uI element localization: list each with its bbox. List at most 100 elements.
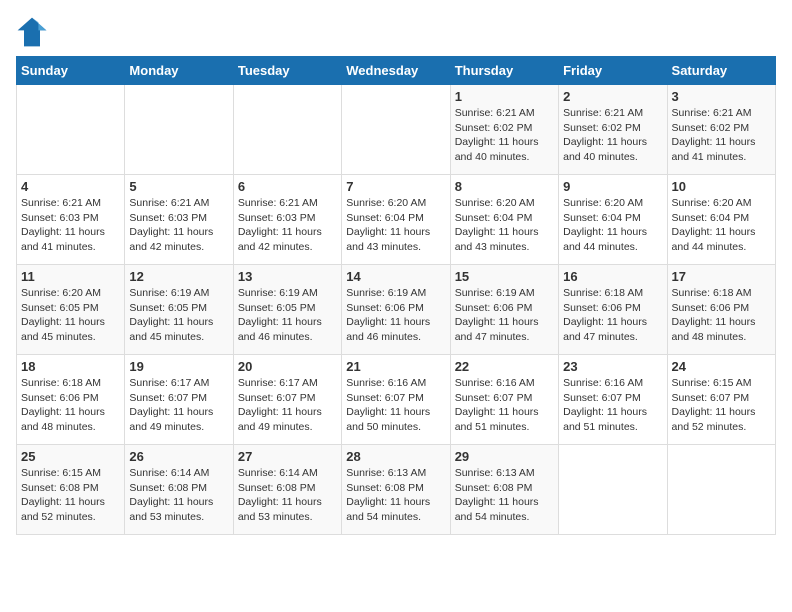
header-day-wednesday: Wednesday bbox=[342, 57, 450, 85]
week-row-2: 11 Sunrise: 6:20 AMSunset: 6:05 PMDayligh… bbox=[17, 265, 776, 355]
calendar-cell: 25 Sunrise: 6:15 AMSunset: 6:08 PMDayligh… bbox=[17, 445, 125, 535]
day-detail: Sunrise: 6:17 AMSunset: 6:07 PMDaylight:… bbox=[129, 376, 228, 435]
day-detail: Sunrise: 6:13 AMSunset: 6:08 PMDaylight:… bbox=[346, 466, 445, 525]
calendar-cell bbox=[233, 85, 341, 175]
calendar-cell: 5Sunrise: 6:21 AMSunset: 6:03 PMDaylight… bbox=[125, 175, 233, 265]
day-number: 3 bbox=[672, 89, 771, 104]
day-number: 19 bbox=[129, 359, 228, 374]
logo bbox=[16, 16, 52, 48]
day-number: 12 bbox=[129, 269, 228, 284]
calendar-cell bbox=[667, 445, 775, 535]
calendar-cell bbox=[342, 85, 450, 175]
calendar-cell: 26Sunrise: 6:14 AMSunset: 6:08 PMDayligh… bbox=[125, 445, 233, 535]
day-number: 27 bbox=[238, 449, 337, 464]
day-number: 15 bbox=[455, 269, 554, 284]
calendar-cell: 22Sunrise: 6:16 AMSunset: 6:07 PMDayligh… bbox=[450, 355, 558, 445]
header-day-saturday: Saturday bbox=[667, 57, 775, 85]
page-header bbox=[16, 16, 776, 48]
day-number: 22 bbox=[455, 359, 554, 374]
header-row: SundayMondayTuesdayWednesdayThursdayFrid… bbox=[17, 57, 776, 85]
logo-icon bbox=[16, 16, 48, 48]
day-number: 16 bbox=[563, 269, 662, 284]
day-number: 21 bbox=[346, 359, 445, 374]
calendar-table: SundayMondayTuesdayWednesdayThursdayFrid… bbox=[16, 56, 776, 535]
day-number: 9 bbox=[563, 179, 662, 194]
calendar-cell: 29Sunrise: 6:13 AMSunset: 6:08 PMDayligh… bbox=[450, 445, 558, 535]
calendar-cell: 6Sunrise: 6:21 AMSunset: 6:03 PMDaylight… bbox=[233, 175, 341, 265]
calendar-cell: 28 Sunrise: 6:13 AMSunset: 6:08 PMDayligh… bbox=[342, 445, 450, 535]
day-number: 8 bbox=[455, 179, 554, 194]
calendar-cell: 9 Sunrise: 6:20 AMSunset: 6:04 PMDaylight… bbox=[559, 175, 667, 265]
calendar-cell: 19 Sunrise: 6:17 AMSunset: 6:07 PMDayligh… bbox=[125, 355, 233, 445]
calendar-cell: 10 Sunrise: 6:20 AMSunset: 6:04 PMDayligh… bbox=[667, 175, 775, 265]
day-detail: Sunrise: 6:20 AMSunset: 6:04 PMDaylight:… bbox=[455, 196, 554, 255]
calendar-body: 1Sunrise: 6:21 AMSunset: 6:02 PMDaylight… bbox=[17, 85, 776, 535]
week-row-1: 4 Sunrise: 6:21 AMSunset: 6:03 PMDaylight… bbox=[17, 175, 776, 265]
calendar-cell bbox=[125, 85, 233, 175]
day-number: 20 bbox=[238, 359, 337, 374]
header-day-sunday: Sunday bbox=[17, 57, 125, 85]
day-detail: Sunrise: 6:14 AMSunset: 6:08 PMDaylight:… bbox=[129, 466, 228, 525]
day-detail: Sunrise: 6:20 AMSunset: 6:04 PMDaylight:… bbox=[672, 196, 771, 255]
day-detail: Sunrise: 6:21 AMSunset: 6:02 PMDaylight:… bbox=[455, 106, 554, 165]
calendar-cell: 8 Sunrise: 6:20 AMSunset: 6:04 PMDaylight… bbox=[450, 175, 558, 265]
calendar-cell: 13Sunrise: 6:19 AMSunset: 6:05 PMDayligh… bbox=[233, 265, 341, 355]
day-detail: Sunrise: 6:19 AMSunset: 6:06 PMDaylight:… bbox=[455, 286, 554, 345]
day-detail: Sunrise: 6:20 AMSunset: 6:05 PMDaylight:… bbox=[21, 286, 120, 345]
week-row-4: 25 Sunrise: 6:15 AMSunset: 6:08 PMDayligh… bbox=[17, 445, 776, 535]
day-number: 24 bbox=[672, 359, 771, 374]
day-detail: Sunrise: 6:18 AMSunset: 6:06 PMDaylight:… bbox=[563, 286, 662, 345]
day-detail: Sunrise: 6:16 AMSunset: 6:07 PMDaylight:… bbox=[563, 376, 662, 435]
week-row-3: 18 Sunrise: 6:18 AMSunset: 6:06 PMDayligh… bbox=[17, 355, 776, 445]
calendar-cell: 15 Sunrise: 6:19 AMSunset: 6:06 PMDayligh… bbox=[450, 265, 558, 355]
calendar-cell: 11 Sunrise: 6:20 AMSunset: 6:05 PMDayligh… bbox=[17, 265, 125, 355]
day-number: 23 bbox=[563, 359, 662, 374]
day-detail: Sunrise: 6:15 AMSunset: 6:08 PMDaylight:… bbox=[21, 466, 120, 525]
day-detail: Sunrise: 6:19 AMSunset: 6:06 PMDaylight:… bbox=[346, 286, 445, 345]
header-day-tuesday: Tuesday bbox=[233, 57, 341, 85]
day-number: 11 bbox=[21, 269, 120, 284]
day-detail: Sunrise: 6:20 AMSunset: 6:04 PMDaylight:… bbox=[346, 196, 445, 255]
day-detail: Sunrise: 6:17 AMSunset: 6:07 PMDaylight:… bbox=[238, 376, 337, 435]
week-row-0: 1Sunrise: 6:21 AMSunset: 6:02 PMDaylight… bbox=[17, 85, 776, 175]
calendar-cell: 7 Sunrise: 6:20 AMSunset: 6:04 PMDaylight… bbox=[342, 175, 450, 265]
day-number: 10 bbox=[672, 179, 771, 194]
day-detail: Sunrise: 6:16 AMSunset: 6:07 PMDaylight:… bbox=[346, 376, 445, 435]
day-detail: Sunrise: 6:18 AMSunset: 6:06 PMDaylight:… bbox=[21, 376, 120, 435]
day-number: 2 bbox=[563, 89, 662, 104]
calendar-cell: 4 Sunrise: 6:21 AMSunset: 6:03 PMDaylight… bbox=[17, 175, 125, 265]
day-number: 25 bbox=[21, 449, 120, 464]
day-detail: Sunrise: 6:14 AMSunset: 6:08 PMDaylight:… bbox=[238, 466, 337, 525]
day-number: 17 bbox=[672, 269, 771, 284]
calendar-cell: 16 Sunrise: 6:18 AMSunset: 6:06 PMDayligh… bbox=[559, 265, 667, 355]
day-detail: Sunrise: 6:21 AMSunset: 6:03 PMDaylight:… bbox=[21, 196, 120, 255]
day-number: 18 bbox=[21, 359, 120, 374]
header-day-monday: Monday bbox=[125, 57, 233, 85]
calendar-cell bbox=[559, 445, 667, 535]
calendar-header: SundayMondayTuesdayWednesdayThursdayFrid… bbox=[17, 57, 776, 85]
day-number: 28 bbox=[346, 449, 445, 464]
header-day-thursday: Thursday bbox=[450, 57, 558, 85]
calendar-cell: 2 Sunrise: 6:21 AMSunset: 6:02 PMDaylight… bbox=[559, 85, 667, 175]
day-number: 13 bbox=[238, 269, 337, 284]
calendar-cell: 17 Sunrise: 6:18 AMSunset: 6:06 PMDayligh… bbox=[667, 265, 775, 355]
day-number: 7 bbox=[346, 179, 445, 194]
day-detail: Sunrise: 6:21 AMSunset: 6:02 PMDaylight:… bbox=[563, 106, 662, 165]
day-detail: Sunrise: 6:13 AMSunset: 6:08 PMDaylight:… bbox=[455, 466, 554, 525]
calendar-cell bbox=[17, 85, 125, 175]
day-number: 14 bbox=[346, 269, 445, 284]
day-detail: Sunrise: 6:15 AMSunset: 6:07 PMDaylight:… bbox=[672, 376, 771, 435]
day-detail: Sunrise: 6:21 AMSunset: 6:02 PMDaylight:… bbox=[672, 106, 771, 165]
calendar-cell: 23 Sunrise: 6:16 AMSunset: 6:07 PMDayligh… bbox=[559, 355, 667, 445]
day-number: 4 bbox=[21, 179, 120, 194]
day-detail: Sunrise: 6:20 AMSunset: 6:04 PMDaylight:… bbox=[563, 196, 662, 255]
calendar-cell: 12Sunrise: 6:19 AMSunset: 6:05 PMDayligh… bbox=[125, 265, 233, 355]
calendar-cell: 3 Sunrise: 6:21 AMSunset: 6:02 PMDaylight… bbox=[667, 85, 775, 175]
day-detail: Sunrise: 6:18 AMSunset: 6:06 PMDaylight:… bbox=[672, 286, 771, 345]
day-detail: Sunrise: 6:21 AMSunset: 6:03 PMDaylight:… bbox=[129, 196, 228, 255]
calendar-cell: 27 Sunrise: 6:14 AMSunset: 6:08 PMDayligh… bbox=[233, 445, 341, 535]
calendar-cell: 14 Sunrise: 6:19 AMSunset: 6:06 PMDayligh… bbox=[342, 265, 450, 355]
calendar-cell: 18 Sunrise: 6:18 AMSunset: 6:06 PMDayligh… bbox=[17, 355, 125, 445]
calendar-cell: 1Sunrise: 6:21 AMSunset: 6:02 PMDaylight… bbox=[450, 85, 558, 175]
calendar-cell: 24 Sunrise: 6:15 AMSunset: 6:07 PMDayligh… bbox=[667, 355, 775, 445]
